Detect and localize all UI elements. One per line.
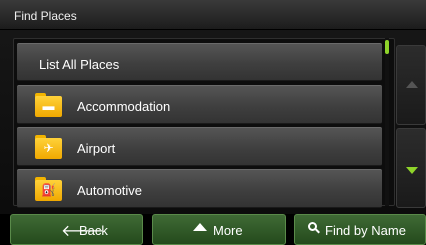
- airplane-icon: ✈: [35, 135, 62, 159]
- chevron-up-icon: [406, 81, 418, 88]
- chevron-up-icon: [193, 223, 207, 231]
- back-button[interactable]: 🡐 Back: [10, 214, 143, 245]
- scroll-thumb[interactable]: [385, 40, 389, 54]
- list-item-label: Automotive: [77, 183, 143, 198]
- list-item-label: Accommodation: [77, 99, 171, 114]
- find-by-name-label: Find by Name: [325, 223, 406, 238]
- fuel-pump-icon: ⛽: [35, 177, 62, 201]
- scroll-down-button[interactable]: [396, 128, 426, 208]
- list-item-airport[interactable]: ✈ Airport: [17, 127, 382, 166]
- bed-icon: ▬: [35, 93, 62, 117]
- list-item-label: List All Places: [39, 57, 120, 72]
- list-scrollbar[interactable]: [385, 38, 389, 206]
- chevron-down-icon: [406, 167, 418, 174]
- bottom-toolbar: 🡐 Back More Find by Name: [0, 214, 426, 245]
- title-bar: Find Places: [0, 0, 426, 30]
- more-button[interactable]: More: [152, 214, 286, 245]
- search-icon: [308, 222, 320, 234]
- more-label: More: [213, 223, 243, 238]
- scroll-up-button[interactable]: [396, 45, 426, 125]
- list-item-automotive[interactable]: ⛽ Automotive: [17, 169, 382, 208]
- page-title: Find Places: [14, 9, 77, 23]
- list-item-accommodation[interactable]: ▬ Accommodation: [17, 85, 382, 124]
- find-places-screen: Find Places List All Places ▬ Accommodat…: [0, 0, 426, 245]
- back-label: Back: [79, 223, 108, 238]
- find-by-name-button[interactable]: Find by Name: [294, 214, 426, 245]
- list-item-label: Airport: [77, 141, 116, 156]
- list-item-all-places[interactable]: List All Places: [17, 43, 382, 81]
